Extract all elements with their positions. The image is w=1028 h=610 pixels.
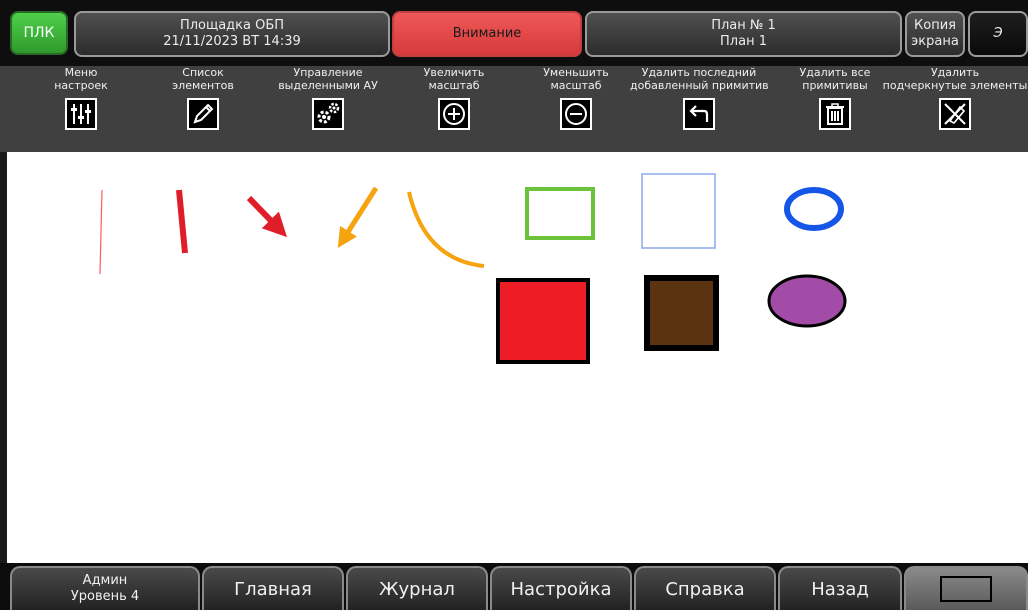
top-bar: ПЛК Площадка ОБП 21/11/2023 ВТ 14:39 Вни… bbox=[0, 0, 1028, 66]
site-info-panel[interactable]: Площадка ОБП 21/11/2023 ВТ 14:39 bbox=[74, 11, 390, 57]
settings-menu-label-2: настроек bbox=[54, 79, 108, 92]
orange-arrow[interactable] bbox=[337, 186, 379, 249]
settings-menu-label-1: Меню bbox=[64, 66, 98, 79]
sliders-icon bbox=[65, 98, 97, 130]
manage-selected-label-2: выделенными АУ bbox=[278, 79, 378, 92]
undo-last-label-2: добавленный примитив bbox=[630, 79, 769, 92]
site-name: Площадка ОБП bbox=[179, 18, 285, 33]
gears-icon bbox=[312, 98, 344, 130]
delete-all-label-2: примитивы bbox=[802, 79, 868, 92]
extra-label: Э bbox=[993, 26, 1003, 41]
element-list-label-1: Список bbox=[182, 66, 224, 79]
element-list-label-2: элементов bbox=[172, 79, 234, 92]
datetime: 21/11/2023 ВТ 14:39 bbox=[163, 34, 301, 49]
zoom-out-icon bbox=[560, 98, 592, 130]
thin-red-line[interactable] bbox=[99, 189, 103, 275]
zoom-in-label-1: Увеличить bbox=[423, 66, 485, 79]
tab-main-label: Главная bbox=[234, 578, 312, 600]
user-level: Уровень 4 bbox=[70, 589, 140, 604]
extra-button[interactable]: Э bbox=[968, 11, 1028, 57]
user-name: Админ bbox=[82, 573, 128, 588]
element-list-button[interactable]: Список элементов bbox=[162, 66, 244, 130]
tab-settings-label: Настройка bbox=[510, 578, 612, 600]
brown-filled-square[interactable] bbox=[644, 275, 719, 351]
delete-all-label-1: Удалить все bbox=[799, 66, 871, 79]
tab-help-label: Справка bbox=[665, 578, 745, 600]
screenshot-line1: Копия bbox=[914, 18, 956, 33]
blue-ellipse[interactable] bbox=[784, 187, 844, 231]
settings-menu-button[interactable]: Меню настроек bbox=[40, 66, 122, 130]
tab-settings[interactable]: Настройка bbox=[490, 566, 632, 610]
plan-info-panel[interactable]: План № 1 План 1 bbox=[585, 11, 902, 57]
tab-main[interactable]: Главная bbox=[202, 566, 344, 610]
green-rectangle[interactable] bbox=[525, 187, 595, 240]
delete-all-button[interactable]: Удалить все примитивы bbox=[788, 66, 882, 130]
purple-filled-ellipse[interactable] bbox=[767, 274, 847, 328]
thick-red-line[interactable] bbox=[176, 189, 188, 254]
zoom-in-icon bbox=[438, 98, 470, 130]
red-arrow[interactable] bbox=[246, 195, 288, 238]
zoom-out-label-2: масштаб bbox=[550, 79, 602, 92]
tab-journal[interactable]: Журнал bbox=[346, 566, 488, 610]
screenshot-line2: экрана bbox=[911, 34, 959, 49]
alert-label: Внимание bbox=[452, 26, 522, 41]
tab-back[interactable]: Назад bbox=[778, 566, 902, 610]
delete-underlined-label-1: Удалить bbox=[930, 66, 980, 79]
zoom-in-label-2: масштаб bbox=[428, 79, 480, 92]
red-filled-square[interactable] bbox=[496, 278, 590, 364]
drawing-canvas[interactable] bbox=[7, 152, 1028, 563]
trash-icon bbox=[819, 98, 851, 130]
tab-back-label: Назад bbox=[811, 578, 869, 600]
zoom-out-button[interactable]: Уменьшить масштаб bbox=[535, 66, 617, 130]
undo-last-label-1: Удалить последний bbox=[641, 66, 757, 79]
plan-name: План 1 bbox=[720, 34, 767, 49]
user-info-tab[interactable]: Админ Уровень 4 bbox=[10, 566, 200, 610]
canvas-left-border bbox=[0, 152, 7, 563]
orange-arc[interactable] bbox=[407, 191, 485, 268]
alert-button[interactable]: Внимание bbox=[392, 11, 582, 57]
manage-selected-label-1: Управление bbox=[293, 66, 363, 79]
pencil-icon bbox=[187, 98, 219, 130]
erase-cross-icon bbox=[939, 98, 971, 130]
toolbar: Меню настроек Список элементов Управлени… bbox=[0, 66, 1028, 152]
manage-selected-button[interactable]: Управление выделенными АУ bbox=[270, 66, 386, 130]
delete-underlined-button[interactable]: Удалить подчеркнутые элементы bbox=[882, 66, 1028, 130]
screen-toggle-tab[interactable] bbox=[904, 566, 1028, 610]
screen-rect-icon bbox=[940, 576, 992, 602]
plc-status-button[interactable]: ПЛК bbox=[10, 11, 68, 55]
tab-help[interactable]: Справка bbox=[634, 566, 776, 610]
undo-last-button[interactable]: Удалить последний добавленный примитив bbox=[630, 66, 769, 130]
tab-journal-label: Журнал bbox=[379, 578, 455, 600]
light-blue-rectangle[interactable] bbox=[641, 173, 716, 249]
screenshot-button[interactable]: Копия экрана bbox=[905, 11, 965, 57]
plan-number: План № 1 bbox=[711, 18, 776, 33]
delete-underlined-label-2: подчеркнутые элементы bbox=[882, 79, 1028, 92]
zoom-out-label-1: Уменьшить bbox=[543, 66, 609, 79]
plc-label: ПЛК bbox=[23, 25, 55, 41]
zoom-in-button[interactable]: Увеличить масштаб bbox=[413, 66, 495, 130]
undo-arrow-icon bbox=[683, 98, 715, 130]
